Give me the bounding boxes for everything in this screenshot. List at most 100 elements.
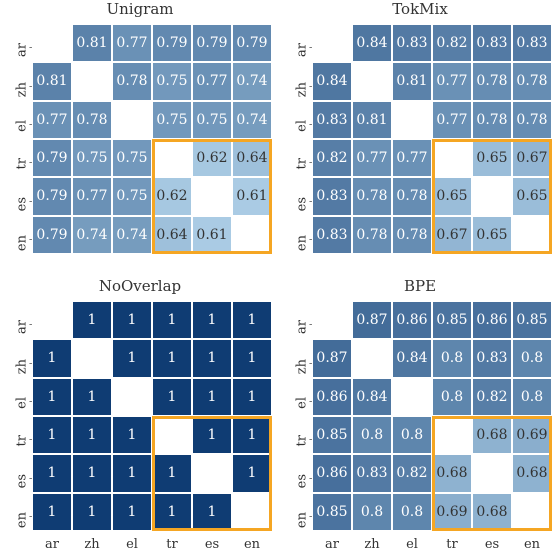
heatmap-cell [312,24,352,62]
heatmap-cell: 0.82 [472,378,512,416]
heatmap-cell: 0.83 [312,177,352,215]
y-tick-mark: - [29,511,32,512]
x-tick-label: zh [352,537,392,552]
y-tick-mark: - [29,43,32,44]
heatmap-cell: 1 [72,378,112,416]
y-tick-mark: - [29,320,32,321]
heatmap-cell: 0.62 [192,139,232,177]
heatmap-cell [152,416,192,454]
heatmap-cell [312,301,352,339]
heatmap-cell: 0.86 [312,378,352,416]
y-tick-mark: - [309,81,312,82]
heatmap-cell: 0.68 [472,493,512,531]
heatmap-cell: 0.64 [232,139,272,177]
y-tick-label: ar [15,43,30,71]
y-tick-label: en [15,235,30,263]
heatmap-cell: 0.69 [512,416,552,454]
heatmap-cell: 1 [112,416,152,454]
heatmap-cell: 0.65 [472,216,512,254]
y-tick-label: ar [15,320,30,348]
heatmap-cell: 0.78 [72,101,112,139]
heatmap-cell: 0.77 [32,101,72,139]
y-tick-label: es [295,474,310,502]
heatmap-cell: 0.78 [472,62,512,100]
heatmap-cell: 0.68 [472,416,512,454]
heatmap: 0.840.830.820.830.830.840.810.770.780.78… [312,24,552,254]
heatmap-cell: 1 [112,301,152,339]
heatmap-cell [112,101,152,139]
heatmap-cell [512,493,552,531]
x-tick-label: tr [152,537,192,552]
y-tick-label: ar [295,320,310,348]
heatmap-cell: 0.84 [352,378,392,416]
heatmap-cell: 0.8 [392,416,432,454]
heatmap-cell: 1 [232,454,272,492]
heatmap: 0.870.860.850.860.850.870.840.80.830.80.… [312,301,552,531]
heatmap-cell: 0.79 [232,24,272,62]
x-tick-label: ar [32,537,72,552]
heatmap-cell: 0.82 [312,139,352,177]
heatmap-cell: 1 [232,378,272,416]
heatmap-cell: 0.8 [352,493,392,531]
heatmap-cell: 0.8 [432,378,472,416]
heatmap-cell: 1 [32,416,72,454]
heatmap-cell: 0.79 [152,24,192,62]
heatmap-cell: 0.81 [72,24,112,62]
heatmap-cell [232,216,272,254]
heatmap-cell: 0.77 [352,139,392,177]
x-tick-label: es [192,537,232,552]
x-tick-label: en [232,537,272,552]
heatmap-cell: 0.75 [152,101,192,139]
y-tick-mark: - [29,196,32,197]
heatmap-cell: 0.85 [432,301,472,339]
heatmap-cell: 0.85 [312,416,352,454]
y-tick-label: el [295,120,310,148]
y-tick-mark: - [309,511,312,512]
heatmap-cell [72,62,112,100]
heatmap-cell: 0.87 [312,339,352,377]
y-tick-label: zh [295,82,310,110]
heatmap-cell: 1 [152,454,192,492]
heatmap-cell: 0.81 [392,62,432,100]
heatmap-cell [112,378,152,416]
x-tick-label: ar [312,537,352,552]
heatmap-cell: 0.82 [392,454,432,492]
y-tick-mark: - [309,119,312,120]
heatmap-cell: 0.79 [32,139,72,177]
chart-bpe: BPE0.870.860.850.860.850.870.840.80.830.… [280,277,560,554]
y-tick-mark: - [29,158,32,159]
y-tick-mark: - [309,196,312,197]
chart-unigram: Unigram0.810.770.790.790.790.810.780.750… [0,0,280,277]
heatmap-cell: 0.85 [312,493,352,531]
heatmap-cell: 0.75 [112,139,152,177]
heatmap-cell: 1 [32,378,72,416]
heatmap-cell: 0.78 [392,216,432,254]
heatmap-cell [352,62,392,100]
heatmap-cell: 0.68 [432,454,472,492]
heatmap-cell: 0.84 [392,339,432,377]
heatmap-cell: 1 [192,378,232,416]
heatmap-cell: 1 [192,339,232,377]
heatmap-cell: 0.83 [472,339,512,377]
heatmap-cell: 0.74 [72,216,112,254]
y-tick-label: zh [15,359,30,387]
y-tick-label: el [295,397,310,425]
heatmap-cell: 0.79 [32,177,72,215]
x-tick-label: es [472,537,512,552]
heatmap-cell [472,177,512,215]
heatmap-cell: 1 [32,339,72,377]
heatmap-cell: 0.84 [312,62,352,100]
heatmap-cell: 0.79 [32,216,72,254]
heatmap-cell [192,454,232,492]
heatmap-cell: 1 [232,301,272,339]
heatmap-cell: 1 [192,416,232,454]
heatmap-cell: 0.65 [432,177,472,215]
heatmap-cell: 1 [32,493,72,531]
heatmap-cell: 1 [232,416,272,454]
chart-tokmix: TokMix0.840.830.820.830.830.840.810.770.… [280,0,560,277]
heatmap-cell [392,101,432,139]
y-tick-label: tr [295,158,310,186]
heatmap-cell: 0.74 [232,101,272,139]
heatmap-cell: 0.8 [512,378,552,416]
x-tick-label: zh [72,537,112,552]
